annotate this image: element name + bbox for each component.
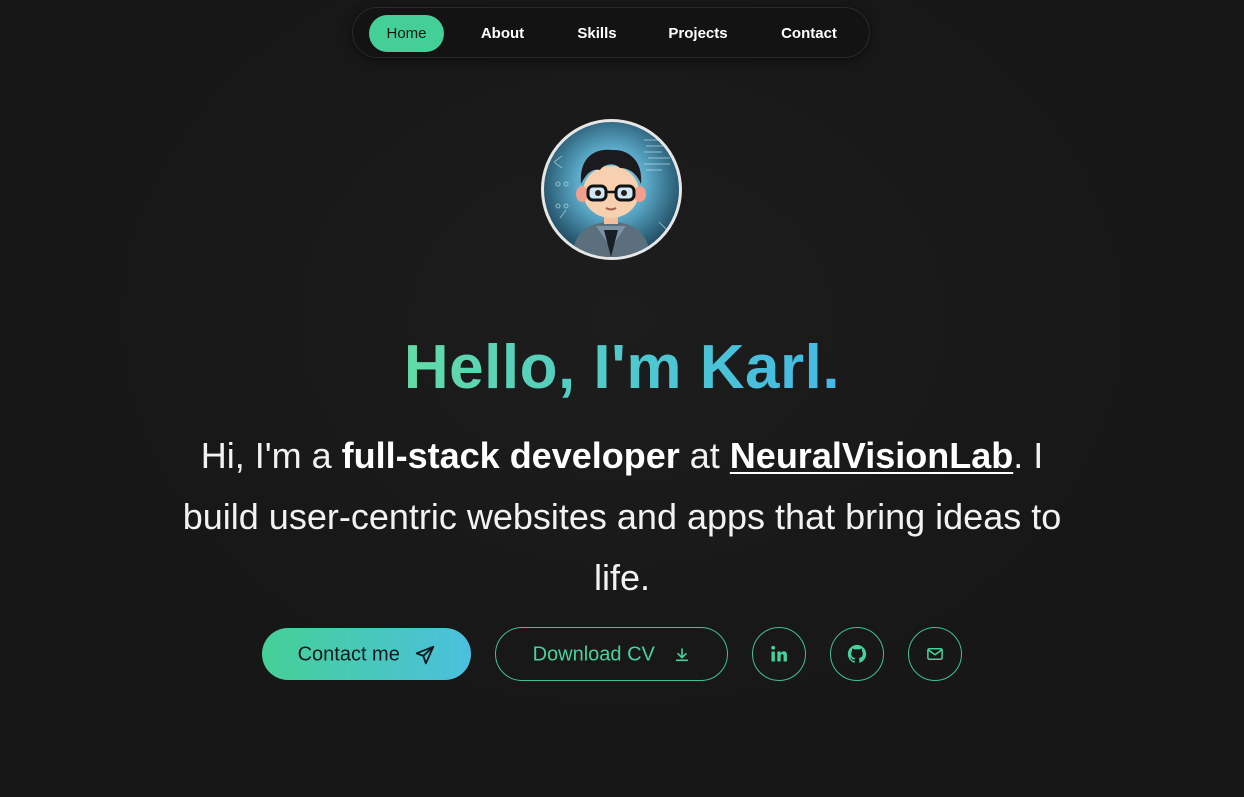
developer-avatar	[541, 119, 682, 260]
hero-intro: Hi, I'm a full-stack developer at Neural…	[170, 425, 1074, 608]
contact-me-button[interactable]: Contact me	[262, 628, 471, 680]
contact-me-label: Contact me	[297, 643, 400, 666]
intro-role: full-stack developer	[341, 435, 680, 476]
company-link[interactable]: NeuralVisionLab	[730, 435, 1013, 476]
mail-icon	[927, 648, 943, 660]
nav-item-contact[interactable]: Contact	[763, 15, 855, 52]
email-button[interactable]	[908, 627, 962, 681]
github-icon	[847, 644, 867, 663]
nav-item-home[interactable]: Home	[369, 15, 444, 52]
developer-avatar-illustration	[553, 139, 670, 257]
linkedin-icon	[771, 645, 787, 662]
github-button[interactable]	[830, 627, 884, 681]
linkedin-button[interactable]	[752, 627, 806, 681]
hero-headline-text: Hello, I'm Karl.	[403, 332, 841, 402]
nav-item-projects[interactable]: Projects	[653, 15, 743, 52]
intro-prefix: Hi, I'm a	[200, 435, 342, 476]
hero-headline: Hello, I'm Karl.	[0, 328, 1244, 408]
download-cv-button[interactable]: Download CV	[495, 627, 728, 681]
download-icon	[676, 647, 689, 661]
download-cv-label: Download CV	[532, 643, 655, 666]
intro-middle: at	[679, 435, 730, 476]
top-navigation: Home About Skills Projects Contact	[352, 7, 870, 58]
nav-item-about[interactable]: About	[464, 15, 541, 52]
nav-item-skills[interactable]: Skills	[561, 15, 633, 52]
paper-plane-icon	[416, 645, 435, 664]
